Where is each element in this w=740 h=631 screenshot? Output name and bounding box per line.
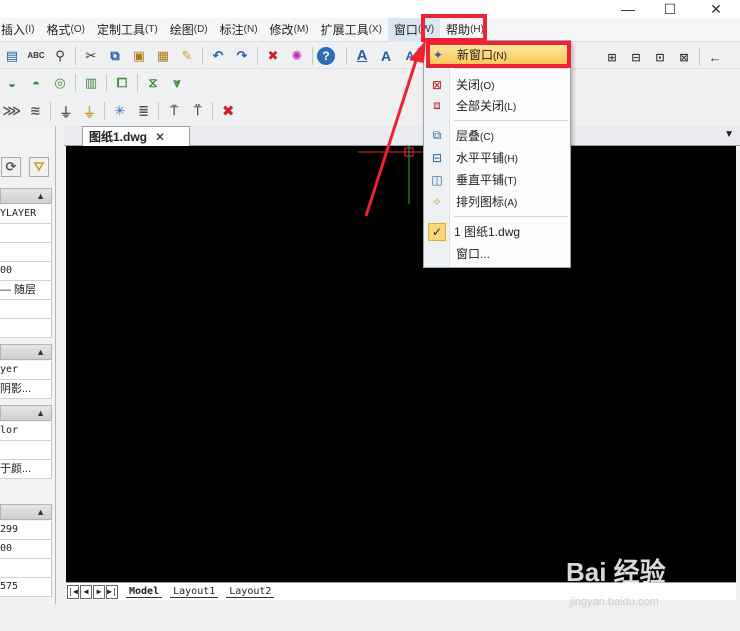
- annotation-arrow-icon: [364, 40, 426, 217]
- watermark-url: jingyan.baidu.com: [570, 596, 659, 608]
- watermark-logo: Bai 经验: [566, 557, 666, 587]
